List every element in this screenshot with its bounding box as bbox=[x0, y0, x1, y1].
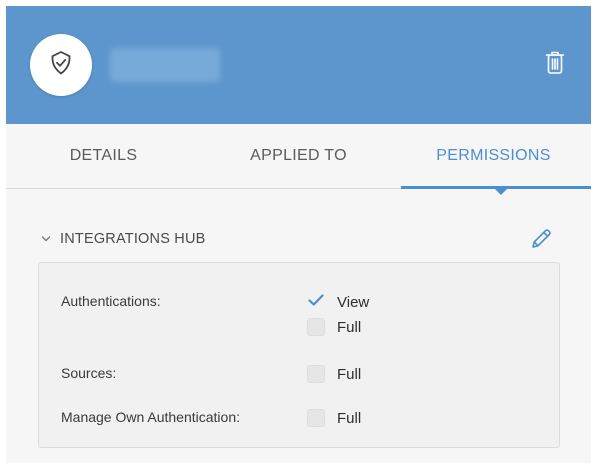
permission-option: Full bbox=[307, 364, 361, 384]
option-label: Full bbox=[337, 409, 362, 427]
redacted-name bbox=[110, 48, 220, 82]
permission-option: Full bbox=[307, 317, 361, 337]
option-label: Full bbox=[337, 318, 362, 336]
delete-button[interactable] bbox=[542, 51, 568, 79]
active-tab-caret bbox=[494, 188, 508, 195]
tab-bar: DETAILS APPLIED TO PERMISSIONS bbox=[6, 124, 591, 189]
permission-option: View bbox=[307, 292, 369, 312]
tab-details[interactable]: DETAILS bbox=[6, 124, 201, 188]
edit-button[interactable] bbox=[528, 228, 554, 254]
section-title: INTEGRATIONS HUB bbox=[60, 231, 206, 247]
checkmark-icon bbox=[308, 293, 324, 311]
option-label: Full bbox=[337, 365, 362, 383]
option-label: View bbox=[337, 293, 370, 311]
checkbox-authentications-view[interactable] bbox=[307, 293, 325, 311]
checkbox-manage-own-authentication-full[interactable] bbox=[307, 409, 325, 427]
permission-label-authentications: Authentications: bbox=[61, 293, 161, 309]
checkbox-sources-full[interactable] bbox=[307, 365, 325, 383]
pencil-icon bbox=[529, 227, 553, 256]
shield-check-icon bbox=[49, 50, 73, 81]
panel-header bbox=[6, 6, 591, 124]
avatar bbox=[30, 34, 92, 96]
checkbox-authentications-full[interactable] bbox=[307, 318, 325, 336]
tab-permissions[interactable]: PERMISSIONS bbox=[396, 124, 591, 188]
chevron-down-icon bbox=[40, 233, 52, 245]
permission-label-manage-own-authentication: Manage Own Authentication: bbox=[61, 409, 241, 425]
permissions-box: Authentications: View Full Sources: Full… bbox=[38, 262, 560, 448]
permission-option: Full bbox=[307, 408, 361, 428]
trash-icon bbox=[545, 51, 565, 80]
section-toggle-integrations-hub[interactable]: INTEGRATIONS HUB bbox=[40, 226, 206, 252]
permission-panel: DETAILS APPLIED TO PERMISSIONS INTEGRATI… bbox=[6, 6, 591, 463]
tab-applied-to[interactable]: APPLIED TO bbox=[201, 124, 396, 188]
permission-label-sources: Sources: bbox=[61, 365, 117, 381]
